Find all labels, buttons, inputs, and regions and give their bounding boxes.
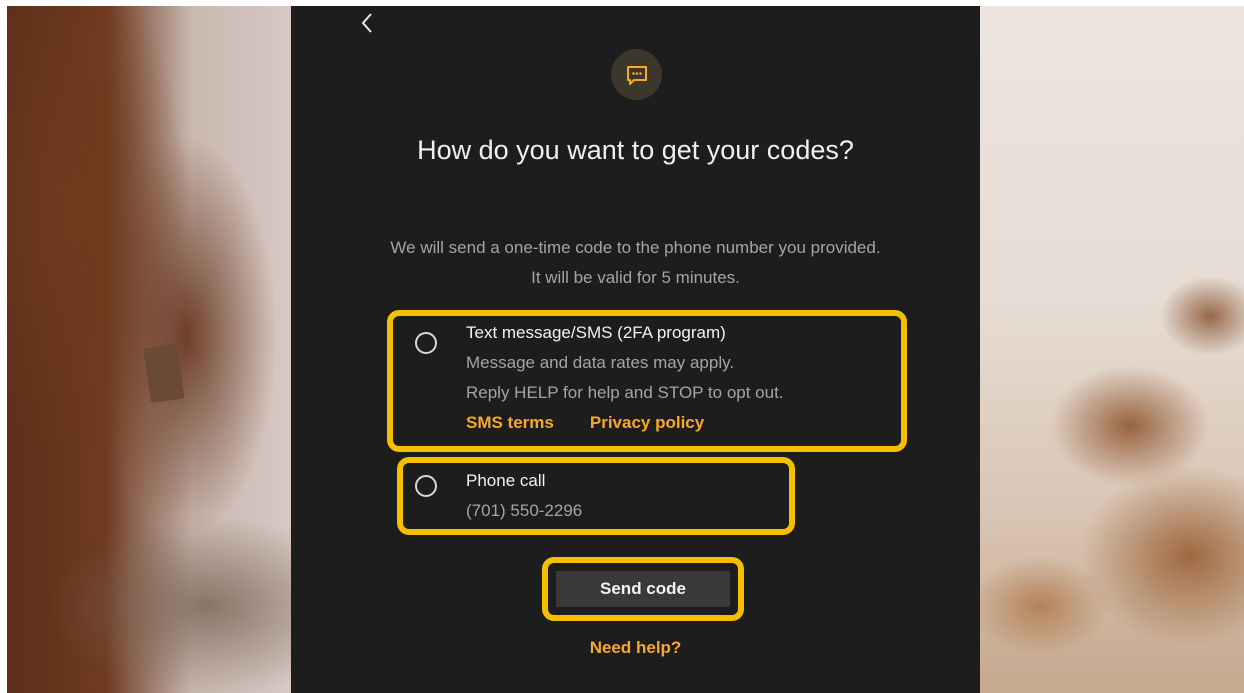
phone-call-radio[interactable]	[415, 475, 437, 497]
sms-option-label: Text message/SMS (2FA program)	[466, 323, 726, 342]
sms-help-note: Reply HELP for help and STOP to opt out.	[466, 383, 784, 402]
phone-call-option[interactable]: Phone call (701) 550-2296	[397, 457, 795, 535]
phone-call-option-text: Phone call (701) 550-2296	[466, 466, 582, 526]
sms-rates-note: Message and data rates may apply.	[466, 353, 735, 372]
sms-option-text: Text message/SMS (2FA program) Message a…	[466, 318, 784, 438]
send-code-button[interactable]: Send code	[556, 571, 730, 607]
sms-terms-link[interactable]: SMS terms	[466, 408, 554, 438]
auth-panel: How do you want to get your codes? We wi…	[291, 6, 980, 693]
sms-radio[interactable]	[415, 332, 437, 354]
description: We will send a one-time code to the phon…	[291, 233, 980, 293]
description-line-1: We will send a one-time code to the phon…	[390, 238, 881, 257]
back-button[interactable]	[355, 12, 379, 40]
chat-bubble-icon	[626, 65, 647, 85]
chat-badge	[611, 49, 662, 100]
page-frame: How do you want to get your codes? We wi…	[7, 6, 1244, 693]
phone-number: (701) 550-2296	[466, 501, 583, 520]
chevron-left-icon	[361, 13, 372, 33]
background-photo-right	[980, 6, 1244, 693]
sms-option[interactable]: Text message/SMS (2FA program) Message a…	[387, 310, 907, 452]
description-line-2: It will be valid for 5 minutes.	[531, 268, 740, 287]
page-title: How do you want to get your codes?	[417, 135, 854, 165]
backpack-strap	[143, 343, 185, 404]
send-code-highlight: Send code	[542, 557, 744, 621]
need-help-link[interactable]: Need help?	[291, 638, 980, 658]
sms-links: SMS terms Privacy policy	[466, 408, 784, 438]
phone-call-label: Phone call	[466, 471, 546, 490]
background-photo-left	[7, 6, 291, 693]
privacy-policy-link[interactable]: Privacy policy	[590, 408, 704, 438]
